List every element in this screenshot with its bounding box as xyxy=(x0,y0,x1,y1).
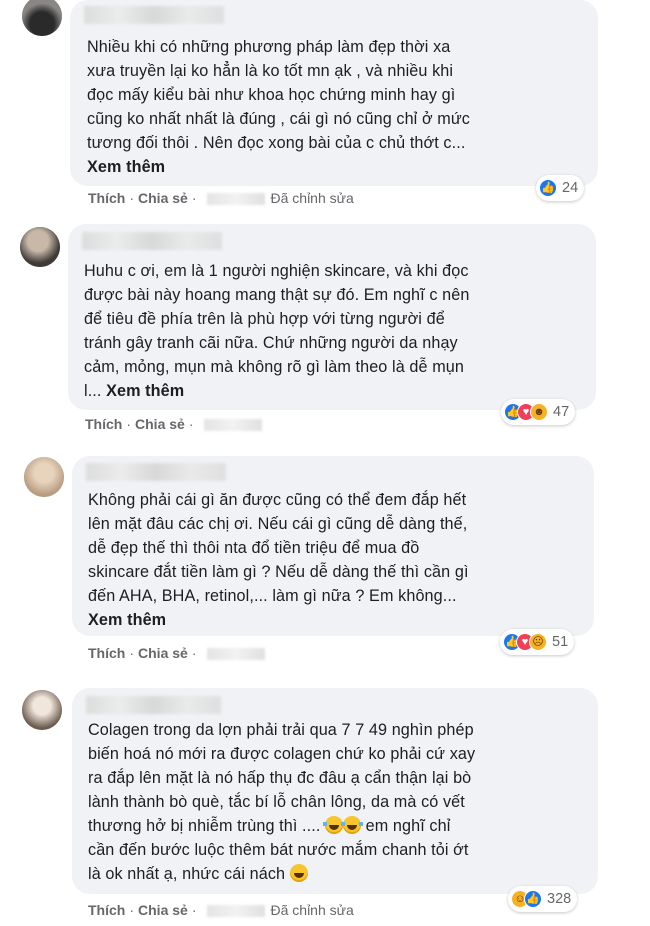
like-icon: 👍 xyxy=(539,179,557,197)
commenter-name[interactable] xyxy=(84,6,224,24)
comment-line: được bài này hoang mang thật sự đó. Em n… xyxy=(84,286,470,304)
comment-line: là ok nhất ạ, nhức cái nách xyxy=(88,862,308,886)
edited-label[interactable]: Đã chỉnh sửa xyxy=(271,190,354,206)
comment-line: cần đến bước luộc thêm bát nước mắm chan… xyxy=(88,841,469,859)
commenter-name[interactable] xyxy=(86,463,226,481)
timestamp[interactable] xyxy=(203,419,262,432)
avatar[interactable] xyxy=(22,0,62,36)
comment-actions: Thích · Chia sẻ · Đã chỉnh sửa xyxy=(88,902,354,918)
reaction-summary[interactable]: 👍 ♥ ☻ 47 xyxy=(501,399,576,425)
comment-actions: Thích · Chia sẻ · xyxy=(88,645,271,661)
timestamp[interactable] xyxy=(206,905,265,918)
share-link[interactable]: Chia sẻ xyxy=(138,645,188,661)
comment-line-text: em nghĩ chỉ xyxy=(361,817,451,835)
comment-line: xưa truyền lại ko hẳn là ko tốt mn ạk , … xyxy=(87,62,454,80)
like-link[interactable]: Thích xyxy=(88,902,125,918)
reaction-summary[interactable]: 👍 ♥ ☹ 51 xyxy=(500,629,575,655)
comment-line: đọc mấy kiểu bài như khoa học chứng minh… xyxy=(87,86,456,104)
timestamp[interactable] xyxy=(206,648,265,661)
share-link[interactable]: Chia sẻ xyxy=(138,902,188,918)
tears-of-joy-emoji-icon xyxy=(341,816,364,834)
edited-label[interactable]: Đã chỉnh sửa xyxy=(271,902,354,918)
reaction-summary[interactable]: 👍 24 xyxy=(536,175,585,201)
reaction-count: 328 xyxy=(547,891,572,907)
comment-line: lên mặt đâu các chị ơi. Nếu cái gì cũng … xyxy=(88,515,468,533)
comment-actions: Thích · Chia sẻ · Đã chỉnh sửa xyxy=(88,190,354,206)
sad-icon: ☹ xyxy=(529,633,547,651)
like-link[interactable]: Thích xyxy=(88,645,125,661)
comment-line: ra đắp lên mặt là nó hấp thụ đc đâu ạ cẩ… xyxy=(88,769,472,787)
comment-line: dễ đẹp thế thì thôi nta đổ tiền triệu để… xyxy=(88,539,420,557)
comment-line: Huhu c ơi, em là 1 người nghiện skincare… xyxy=(84,262,469,280)
comment-line: Colagen trong da lợn phải trải qua 7 7 4… xyxy=(88,721,474,739)
comment-line: skincare đắt tiền làm gì ? Nếu dễ dàng t… xyxy=(88,563,469,581)
comment-line: để tiêu đề phía trên là phù hợp với từng… xyxy=(84,310,445,328)
comment-line: tránh gây tranh cãi nữa. Chứ những người… xyxy=(84,334,458,352)
reaction-count: 24 xyxy=(562,180,579,196)
like-icon: 👍 xyxy=(524,890,542,908)
comment-line: lành thành bò què, tắc bí lỗ chân lông, … xyxy=(88,793,465,811)
reaction-count: 47 xyxy=(553,404,570,420)
comment-line: đến AHA, BHA, retinol,... làm gì nữa ? E… xyxy=(88,587,457,605)
avatar[interactable] xyxy=(24,457,64,497)
commenter-name[interactable] xyxy=(86,696,221,714)
comment-line-text: thương hở bị nhiễm trùng thì .... xyxy=(88,817,321,835)
share-link[interactable]: Chia sẻ xyxy=(138,190,188,206)
grinning-emoji-icon xyxy=(289,864,308,882)
comment-line: thương hở bị nhiễm trùng thì .... em ngh… xyxy=(88,814,450,838)
avatar[interactable] xyxy=(22,690,62,730)
care-icon: ☻ xyxy=(530,403,548,421)
comment-line-text: là ok nhất ạ, nhức cái nách xyxy=(88,865,286,883)
comment-line-last: l... Xem thêm xyxy=(84,379,184,403)
comment-line: biến hoá nó mới ra được colagen chứ ko p… xyxy=(88,745,476,763)
like-link[interactable]: Thích xyxy=(85,416,122,432)
truncated-text: l... xyxy=(84,382,107,400)
comment-line: cảm, mỏng, mụn mà không rõ gì làm theo l… xyxy=(84,358,464,376)
comment-actions: Thích · Chia sẻ · xyxy=(85,416,268,432)
like-link[interactable]: Thích xyxy=(88,190,125,206)
share-link[interactable]: Chia sẻ xyxy=(135,416,185,432)
timestamp[interactable] xyxy=(206,193,265,206)
see-more-link[interactable]: Xem thêm xyxy=(88,608,166,632)
see-more-link[interactable]: Xem thêm xyxy=(106,382,184,400)
avatar[interactable] xyxy=(20,227,60,267)
comment-line: tương đối thôi . Nên đọc xong bài của c … xyxy=(87,134,466,152)
comment-line: cũng ko nhất nhất là đúng , cái gì nó cũ… xyxy=(87,110,471,128)
see-more-link[interactable]: Xem thêm xyxy=(87,155,165,179)
reaction-summary[interactable]: ☺ 👍 328 xyxy=(508,886,578,912)
reaction-count: 51 xyxy=(552,634,569,650)
comment-line: Không phải cái gì ăn được cũng có thể đe… xyxy=(88,491,467,509)
comment-line: Nhiều khi có những phương pháp làm đẹp t… xyxy=(87,38,451,56)
commenter-name[interactable] xyxy=(82,232,222,250)
